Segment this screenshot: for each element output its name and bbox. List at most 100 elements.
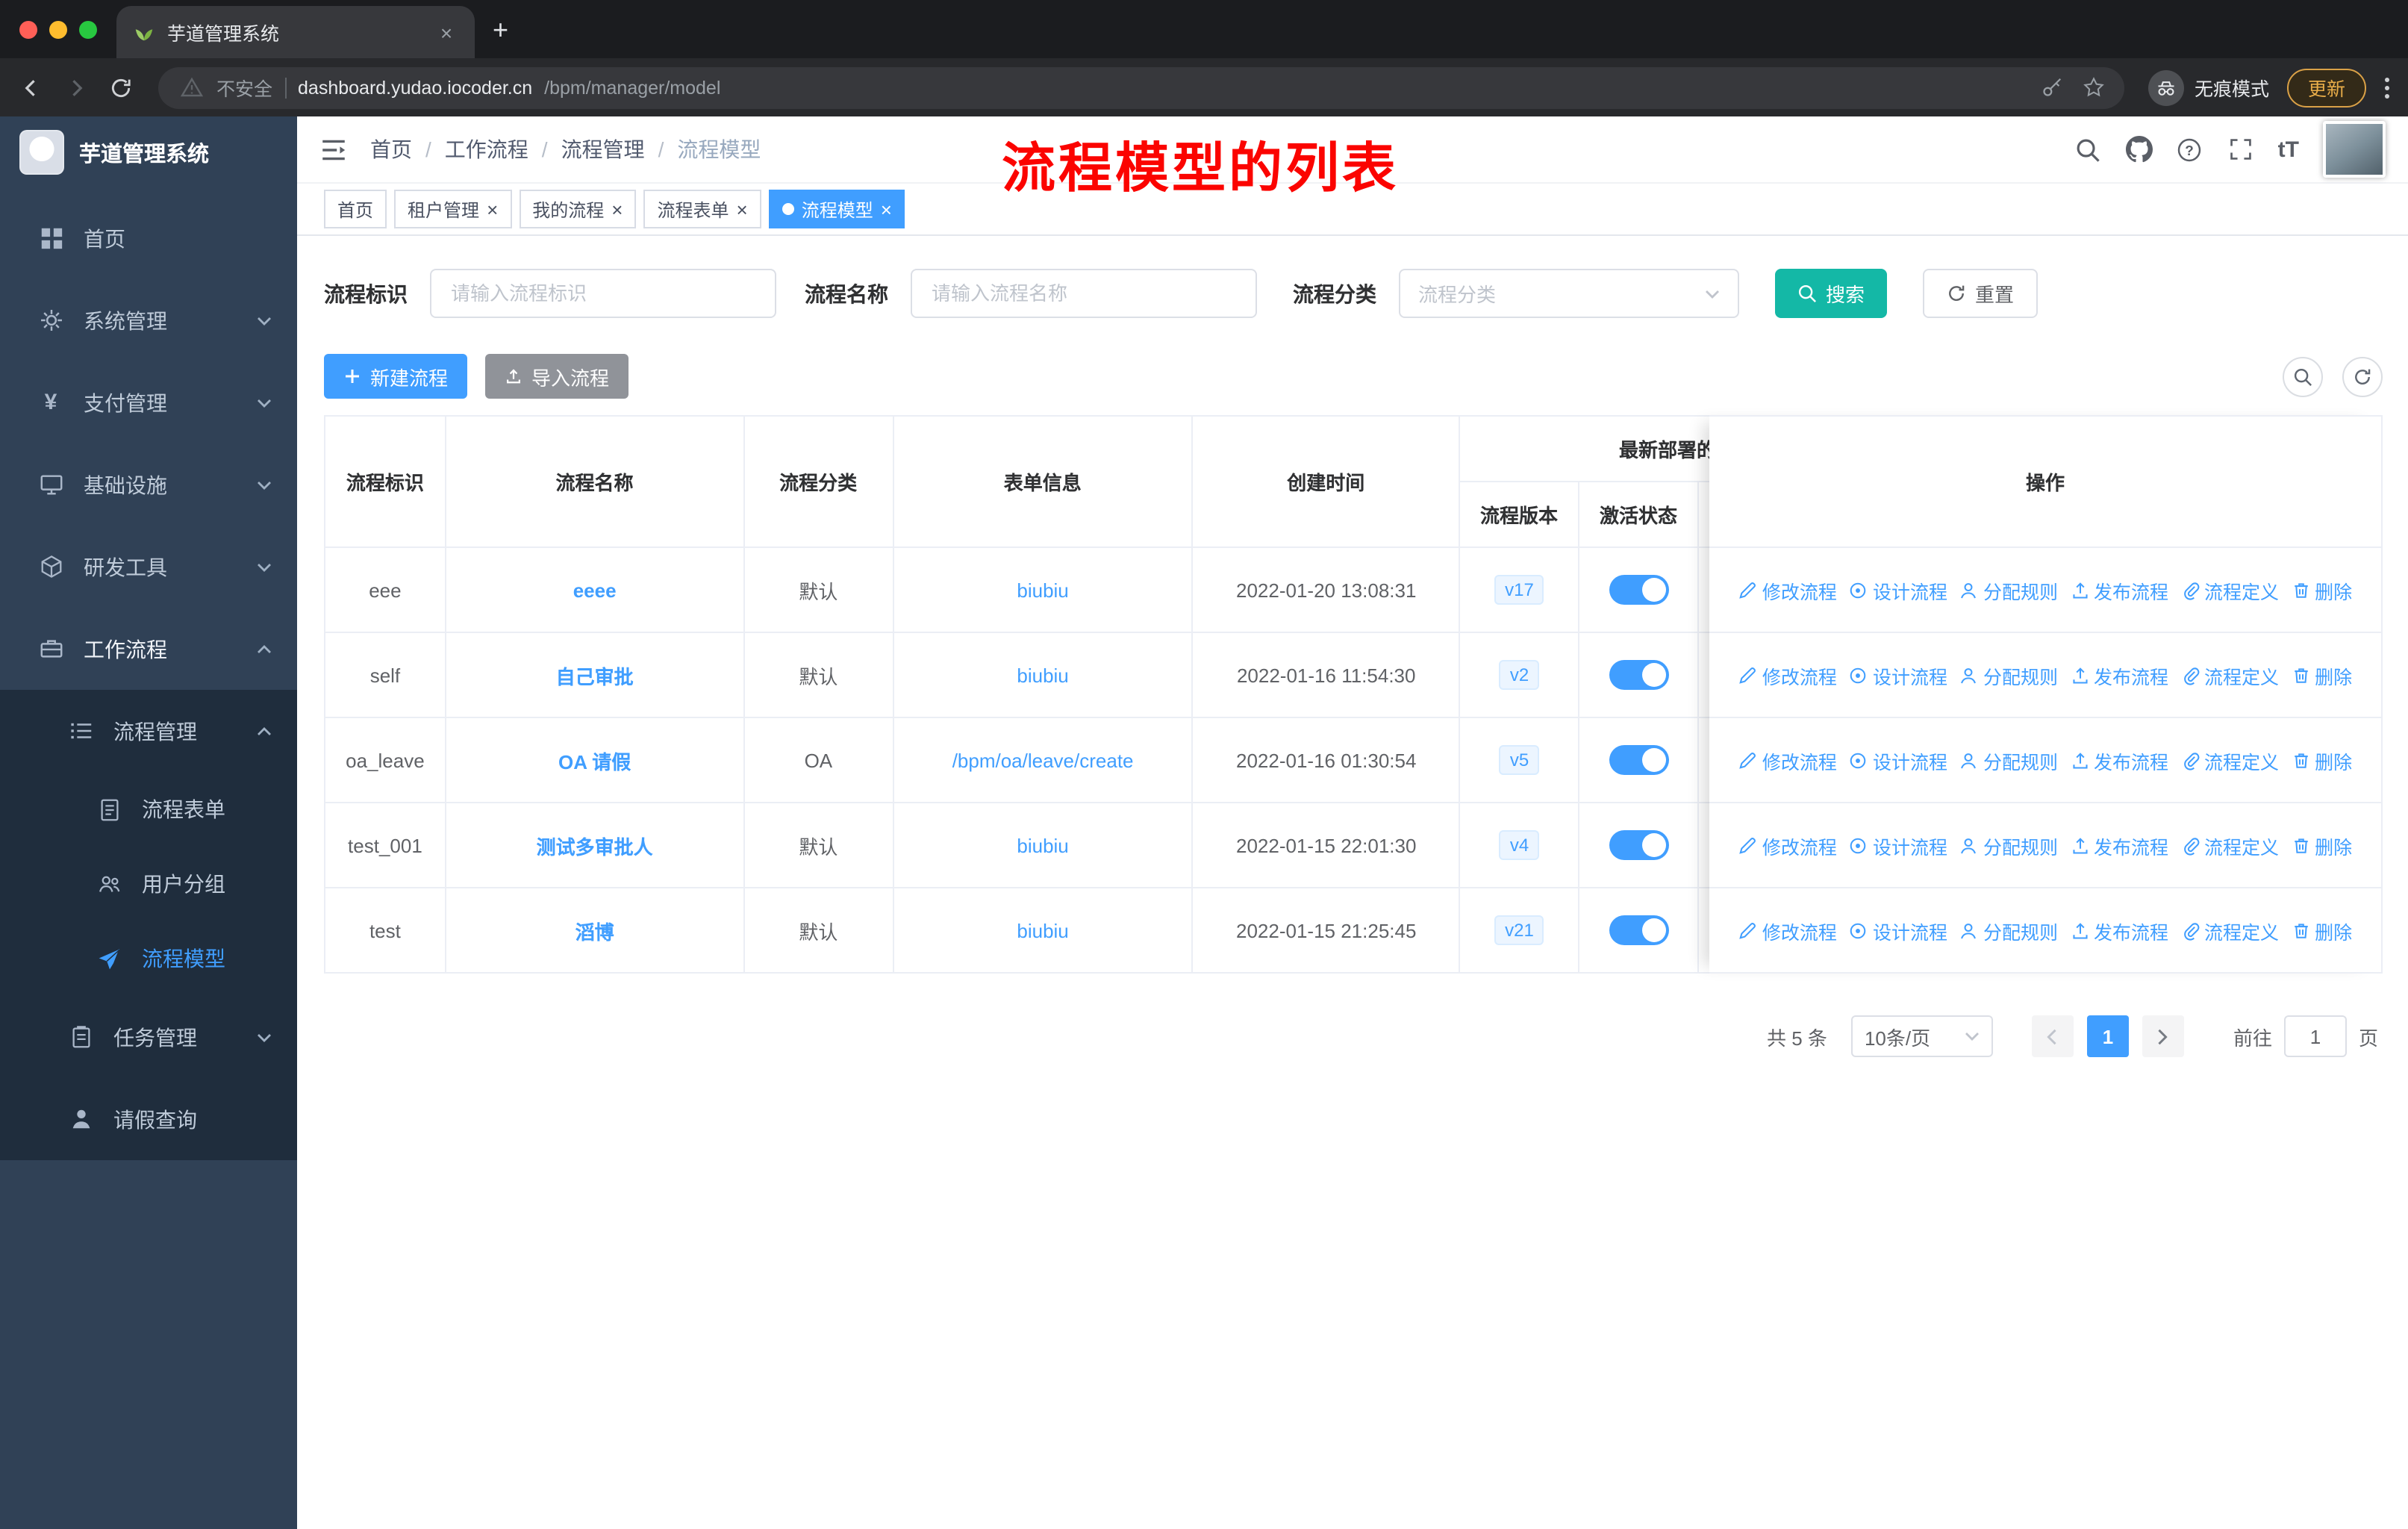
sidebar-item-process-model[interactable]: 流程模型 xyxy=(0,921,297,996)
sidebar-item-system[interactable]: 系统管理 xyxy=(0,279,297,361)
breadcrumb-item[interactable]: 流程管理 xyxy=(561,134,645,164)
publish-process-link[interactable]: 发布流程 xyxy=(2070,576,2168,604)
toggle-search-button[interactable] xyxy=(2283,356,2323,396)
sidebar-item-task-management[interactable]: 任务管理 xyxy=(0,996,297,1078)
delete-link[interactable]: 删除 xyxy=(2291,661,2352,689)
password-key-icon[interactable] xyxy=(2041,76,2063,99)
design-process-link[interactable]: 设计流程 xyxy=(1849,916,1947,944)
minimize-window-button[interactable] xyxy=(49,21,67,39)
sidebar-item-process-management[interactable]: 流程管理 xyxy=(0,690,297,772)
delete-link[interactable]: 删除 xyxy=(2291,831,2352,859)
process-definition-link[interactable]: 流程定义 xyxy=(2180,831,2279,859)
address-bar[interactable]: 不安全 dashboard.yudao.iocoder.cn /bpm/mana… xyxy=(158,66,2124,108)
active-toggle[interactable] xyxy=(1609,660,1669,690)
category-select[interactable]: 流程分类 xyxy=(1399,269,1739,318)
breadcrumb-item[interactable]: 首页 xyxy=(370,134,412,164)
process-name-link[interactable]: 测试多审批人 xyxy=(537,831,653,859)
assign-rule-link[interactable]: 分配规则 xyxy=(1959,746,2058,774)
tag-close-icon[interactable]: × xyxy=(611,199,623,219)
back-icon[interactable] xyxy=(18,74,45,101)
user-avatar[interactable] xyxy=(2323,121,2386,178)
process-name-link[interactable]: eeee xyxy=(573,579,617,601)
tag-tenant[interactable]: 租户管理 × xyxy=(394,190,512,228)
page-number-1[interactable]: 1 xyxy=(2086,1015,2129,1057)
process-name-link[interactable]: OA 请假 xyxy=(558,746,631,774)
process-definition-link[interactable]: 流程定义 xyxy=(2180,916,2279,944)
form-link[interactable]: biubiu xyxy=(1017,664,1068,686)
maximize-window-button[interactable] xyxy=(79,21,97,39)
close-window-button[interactable] xyxy=(19,21,37,39)
sidebar-item-home[interactable]: 首页 xyxy=(0,197,297,279)
version-badge[interactable]: v21 xyxy=(1494,915,1544,945)
active-toggle[interactable] xyxy=(1609,575,1669,605)
tab-close-icon[interactable]: × xyxy=(434,20,458,44)
browser-menu-icon[interactable] xyxy=(2384,75,2390,99)
delete-link[interactable]: 删除 xyxy=(2291,576,2352,604)
fullscreen-icon[interactable] xyxy=(2227,136,2254,163)
modify-process-link[interactable]: 修改流程 xyxy=(1738,661,1837,689)
version-badge[interactable]: v17 xyxy=(1494,575,1544,605)
tag-process-model[interactable]: 流程模型 × xyxy=(768,190,905,228)
design-process-link[interactable]: 设计流程 xyxy=(1849,661,1947,689)
tag-home[interactable]: 首页 xyxy=(324,190,387,228)
tag-my-process[interactable]: 我的流程 × xyxy=(519,190,637,228)
forward-icon[interactable] xyxy=(63,74,90,101)
assign-rule-link[interactable]: 分配规则 xyxy=(1959,916,2058,944)
hamburger-icon[interactable] xyxy=(319,135,348,164)
browser-update-button[interactable]: 更新 xyxy=(2286,68,2366,107)
process-definition-link[interactable]: 流程定义 xyxy=(2180,576,2279,604)
browser-tab[interactable]: 芋道管理系统 × xyxy=(116,6,475,58)
process-name-input[interactable] xyxy=(911,269,1257,318)
sidebar-item-devtools[interactable]: 研发工具 xyxy=(0,526,297,608)
active-toggle[interactable] xyxy=(1609,745,1669,775)
sidebar-item-infrastructure[interactable]: 基础设施 xyxy=(0,443,297,526)
assign-rule-link[interactable]: 分配规则 xyxy=(1959,576,2058,604)
new-tab-button[interactable]: + xyxy=(493,15,508,46)
design-process-link[interactable]: 设计流程 xyxy=(1849,746,1947,774)
logo[interactable]: 芋道管理系统 xyxy=(0,116,297,188)
process-definition-link[interactable]: 流程定义 xyxy=(2180,746,2279,774)
next-page-button[interactable] xyxy=(2142,1015,2184,1057)
delete-link[interactable]: 删除 xyxy=(2291,746,2352,774)
page-size-select[interactable]: 10条/页 xyxy=(1850,1015,1993,1057)
assign-rule-link[interactable]: 分配规则 xyxy=(1959,831,2058,859)
tag-process-form[interactable]: 流程表单 × xyxy=(643,190,761,228)
sidebar-item-process-form[interactable]: 流程表单 xyxy=(0,772,297,847)
tag-close-icon[interactable]: × xyxy=(487,199,498,219)
form-link[interactable]: biubiu xyxy=(1017,919,1068,941)
reload-icon[interactable] xyxy=(107,74,134,101)
active-toggle[interactable] xyxy=(1609,915,1669,945)
process-definition-link[interactable]: 流程定义 xyxy=(2180,661,2279,689)
design-process-link[interactable]: 设计流程 xyxy=(1849,831,1947,859)
active-toggle[interactable] xyxy=(1609,830,1669,860)
refresh-table-button[interactable] xyxy=(2342,356,2383,396)
modify-process-link[interactable]: 修改流程 xyxy=(1738,916,1837,944)
modify-process-link[interactable]: 修改流程 xyxy=(1738,746,1837,774)
process-name-link[interactable]: 自己审批 xyxy=(556,661,634,689)
sidebar-item-leave-query[interactable]: 请假查询 xyxy=(0,1078,297,1160)
github-icon[interactable] xyxy=(2125,136,2153,163)
create-process-button[interactable]: 新建流程 xyxy=(324,354,468,399)
reset-button[interactable]: 重置 xyxy=(1923,269,2039,318)
design-process-link[interactable]: 设计流程 xyxy=(1849,576,1947,604)
delete-link[interactable]: 删除 xyxy=(2291,916,2352,944)
version-badge[interactable]: v5 xyxy=(1499,745,1540,775)
search-button[interactable]: 搜索 xyxy=(1775,269,1888,318)
publish-process-link[interactable]: 发布流程 xyxy=(2070,746,2168,774)
version-badge[interactable]: v4 xyxy=(1499,830,1540,860)
process-name-link[interactable]: 滔博 xyxy=(576,916,614,944)
security-label[interactable]: 不安全 xyxy=(216,73,272,102)
tag-close-icon[interactable]: × xyxy=(737,199,748,219)
version-badge[interactable]: v2 xyxy=(1499,660,1540,690)
breadcrumb-item[interactable]: 工作流程 xyxy=(445,134,528,164)
modify-process-link[interactable]: 修改流程 xyxy=(1738,576,1837,604)
help-icon[interactable]: ? xyxy=(2177,136,2203,163)
search-icon[interactable] xyxy=(2075,136,2102,163)
sidebar-item-user-group[interactable]: 用户分组 xyxy=(0,847,297,921)
publish-process-link[interactable]: 发布流程 xyxy=(2070,661,2168,689)
bookmark-star-icon[interactable] xyxy=(2083,76,2105,99)
font-size-icon[interactable]: tT xyxy=(2278,137,2299,162)
sidebar-item-payment[interactable]: ¥ 支付管理 xyxy=(0,361,297,443)
sidebar-item-workflow[interactable]: 工作流程 xyxy=(0,608,297,690)
form-link[interactable]: /bpm/oa/leave/create xyxy=(952,749,1134,771)
